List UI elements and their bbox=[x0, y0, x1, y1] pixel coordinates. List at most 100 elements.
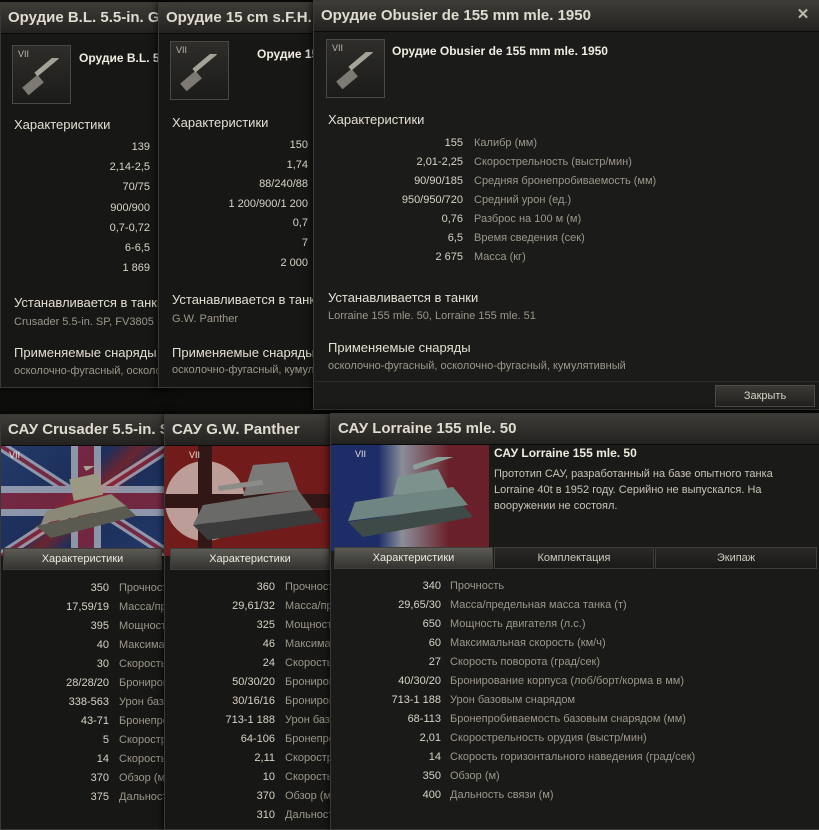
shells-list: осколочно-фугасный, осколочно-фугасный, … bbox=[328, 360, 626, 372]
stat-row: 650 Мощность двигателя (л.с.) bbox=[331, 615, 819, 634]
stat-value: 360 bbox=[256, 581, 275, 593]
stat-label: Средняя бронепробиваемость (мм) bbox=[474, 175, 657, 187]
stat-value: 950/950/720 bbox=[401, 194, 463, 206]
installed-on-list: G.W. Panther bbox=[172, 313, 239, 325]
stat-row: 6,5 Время сведения (сек) bbox=[314, 229, 819, 248]
stat-row: 2,11Скорострельность орудия (выстр/мин) bbox=[165, 749, 337, 768]
close-button[interactable]: Закрыть bbox=[715, 385, 815, 407]
stat-value: 1 869 bbox=[122, 262, 150, 275]
stat-row: 350 Обзор (м) bbox=[331, 767, 819, 786]
stat-row: 60 Максимальная скорость (км/ч) bbox=[331, 634, 819, 653]
stat-value: 10 bbox=[262, 771, 275, 783]
window-title[interactable]: САУ Crusader 5.5-in. SP bbox=[1, 415, 171, 446]
stat-value: 68-113 bbox=[407, 713, 441, 725]
window-title[interactable]: Орудие Obusier de 155 mm mle. 1950 bbox=[314, 1, 819, 32]
vehicle-info-window-2: САУ G.W. Panther VII Характеристики 360 П… bbox=[164, 414, 338, 830]
window-title[interactable]: САУ G.W. Panther bbox=[165, 415, 337, 446]
stat-value: 14 bbox=[428, 751, 441, 763]
gun-info-window-1: Орудие B.L. 5.5-in. Gun VII Орудие B.L. … bbox=[0, 2, 172, 388]
gun-info-window-2: Орудие 15 cm s.F.H. 18 L/29,5 VII Орудие… bbox=[158, 2, 330, 388]
shells-heading: Применяемые снаряды bbox=[328, 340, 471, 355]
stat-row: 2,01-2,25 Скорострельность (выстр/мин) bbox=[314, 153, 819, 172]
vehicle-banner: VII bbox=[331, 445, 489, 551]
stat-value: 2,01-2,25 bbox=[416, 156, 463, 168]
stat-value: 2 000 bbox=[280, 256, 308, 269]
stat-value: 30/16/16 bbox=[232, 695, 275, 707]
stat-value: 900/900 bbox=[110, 201, 150, 214]
stat-row: 14Скорость горизонтального наведения (гр… bbox=[331, 748, 819, 767]
window-title[interactable]: Орудие B.L. 5.5-in. Gun bbox=[1, 3, 171, 34]
stat-value: 90/90/185 bbox=[414, 175, 463, 187]
stat-value: 1,74 bbox=[286, 158, 308, 171]
tab-characteristics[interactable]: Характеристики bbox=[334, 547, 493, 569]
stat-value: 29,65/30 bbox=[398, 599, 441, 611]
stat-row: 43-71Бронепробиваемость базовым снарядом… bbox=[1, 712, 171, 731]
stat-row: 350 Прочность bbox=[1, 579, 171, 598]
stat-row: 30/16/16Бронирование рубки (лоб/борт/кор… bbox=[165, 692, 337, 711]
stat-value: 375 bbox=[90, 791, 109, 803]
installed-on-list: Lorraine 155 mle. 50, Lorraine 155 mle. … bbox=[328, 310, 536, 322]
stat-label: Дальность связи (м) bbox=[450, 789, 554, 801]
vehicle-banner: VII bbox=[165, 446, 337, 556]
vehicle-icon bbox=[348, 457, 473, 537]
characteristics-heading: Характеристики bbox=[14, 117, 111, 132]
stat-row: 375Дальность связи (м) bbox=[1, 788, 171, 807]
stat-value: 43-71 bbox=[80, 715, 109, 727]
stat-row: 46Максимальная скорость (км/ч) bbox=[165, 635, 337, 654]
stat-label: Урон базовым снарядом bbox=[450, 694, 576, 706]
window-title[interactable]: Орудие 15 cm s.F.H. 18 L/29,5 bbox=[159, 3, 329, 34]
vehicle-info-window-1: САУ Crusader 5.5-in. SP VII Характеристи… bbox=[0, 414, 172, 830]
stat-row: 325Мощность двигателя (л.с.) bbox=[165, 616, 337, 635]
stat-value: 150 bbox=[289, 139, 308, 151]
stat-value: 14 bbox=[96, 753, 109, 765]
shells-list: осколочно-фугасный, кумулятивный bbox=[172, 364, 329, 376]
stat-row: 30Скорость поворота (град/сек) bbox=[1, 655, 171, 674]
gun-name: Орудие Obusier de 155 mm mle. 1950 bbox=[392, 44, 608, 58]
stat-label: Мощность двигателя (л.с.) bbox=[450, 618, 586, 630]
tab-characteristics[interactable]: Характеристики bbox=[170, 548, 330, 570]
stat-row: 27 Скорость поворота (град/сек) bbox=[331, 653, 819, 672]
window-title[interactable]: САУ Lorraine 155 mle. 50 bbox=[331, 414, 819, 445]
close-icon[interactable]: ✕ bbox=[795, 7, 811, 23]
gun-icon bbox=[180, 54, 218, 92]
stat-label: Масса (кг) bbox=[474, 251, 526, 263]
stat-value: 395 bbox=[90, 620, 109, 632]
stat-value: 70/75 bbox=[122, 181, 150, 194]
stat-label: Скорострельность орудия (выстр/мин) bbox=[450, 732, 647, 744]
gun-info-window-3: Орудие Obusier de 155 mm mle. 1950 ✕ VII… bbox=[313, 0, 819, 410]
stat-row: 5Скорострельность орудия (выстр/мин) bbox=[1, 731, 171, 750]
vehicle-info-window-3: САУ Lorraine 155 mle. 50 VII САУ Lorrain… bbox=[330, 413, 819, 830]
stat-row: 29,65/30 Масса/предельная масса танка (т) bbox=[331, 596, 819, 615]
stat-label: Обзор (м) bbox=[119, 772, 169, 784]
shells-heading: Применяемые снаряды bbox=[172, 345, 315, 360]
stat-row: 14Скорость горизонтального наведения (гр… bbox=[1, 750, 171, 769]
stat-value: 0,7 bbox=[292, 217, 308, 230]
stat-row: 370 Обзор (м) bbox=[1, 769, 171, 788]
installed-heading: Устанавливается в танки bbox=[328, 290, 479, 305]
stat-value: 6-6,5 bbox=[124, 242, 150, 254]
tab-crew[interactable]: Экипаж bbox=[655, 547, 817, 569]
stat-row: 713-1 188Урон базовым снарядом bbox=[165, 711, 337, 730]
stat-label: Скорость поворота (град/сек) bbox=[450, 656, 601, 668]
characteristics-heading: Характеристики bbox=[172, 115, 269, 130]
stat-value: 2,01 bbox=[419, 732, 441, 744]
stat-label: Обзор (м) bbox=[450, 770, 500, 782]
stat-value: 6,5 bbox=[447, 232, 463, 244]
stat-value: 17,59/19 bbox=[66, 601, 109, 613]
stat-label: Разброс на 100 м (м) bbox=[474, 213, 582, 225]
stat-row: 40/30/20 Бронирование корпуса (лоб/борт/к… bbox=[331, 672, 819, 691]
stat-row: 400 Дальность связи (м) bbox=[331, 786, 819, 805]
stat-value: 370 bbox=[256, 790, 275, 802]
stat-value: 139 bbox=[131, 141, 150, 153]
stat-value: 29,61/32 bbox=[232, 600, 275, 612]
characteristics-heading: Характеристики bbox=[328, 112, 425, 127]
stat-row: 2 675 Масса (кг) bbox=[314, 248, 819, 267]
vehicle-banner: VII bbox=[1, 446, 171, 556]
footer-divider bbox=[314, 381, 819, 382]
installed-heading: Устанавливается в танки bbox=[172, 292, 323, 307]
vehicle-description: Прототип САУ, разработанный на базе опыт… bbox=[494, 468, 773, 512]
tab-equipment[interactable]: Комплектация bbox=[494, 547, 654, 569]
stat-row: 360 Прочность bbox=[165, 578, 337, 597]
shells-heading: Применяемые снаряды bbox=[14, 345, 157, 360]
tab-characteristics[interactable]: Характеристики bbox=[3, 548, 162, 570]
